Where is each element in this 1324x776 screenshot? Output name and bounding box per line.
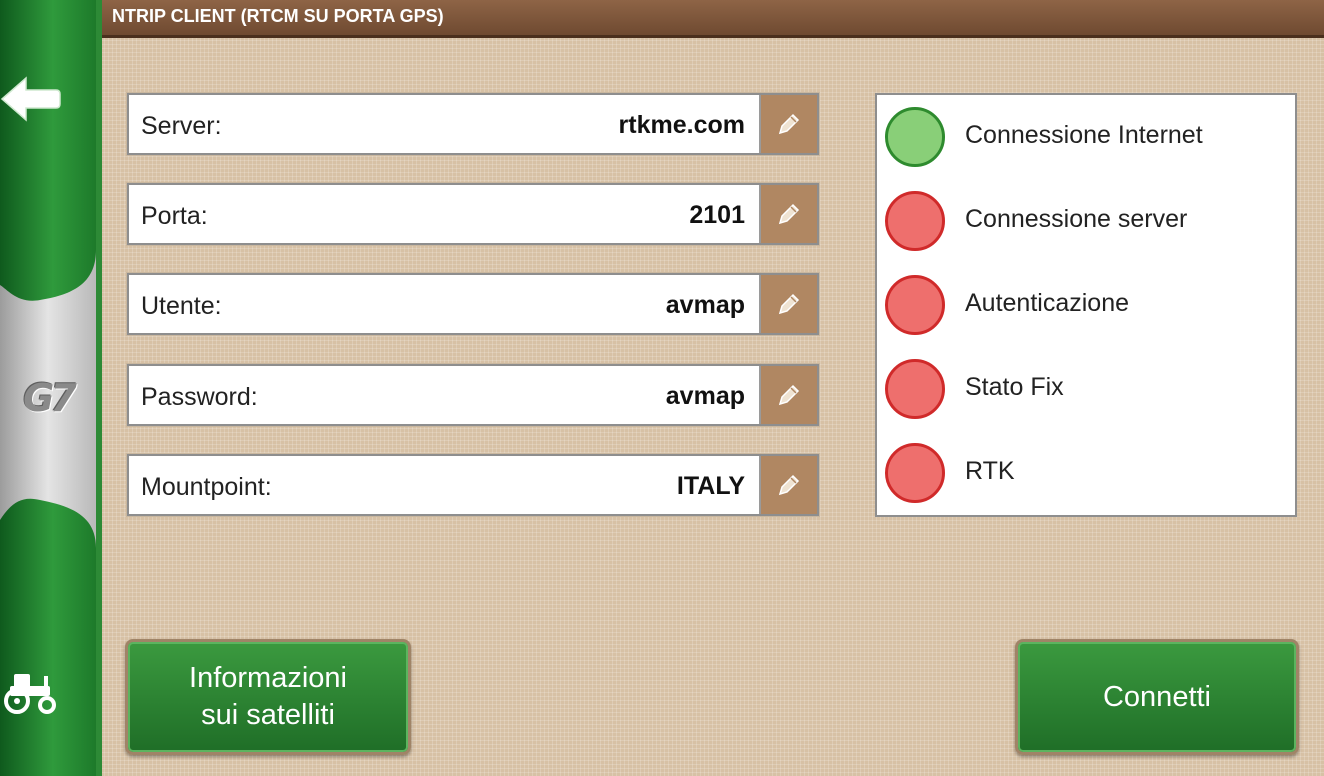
status-label: RTK	[965, 457, 1015, 485]
status-error-indicator	[885, 191, 945, 251]
status-label: Connessione Internet	[965, 121, 1203, 149]
status-ok-indicator	[885, 107, 945, 167]
page-title: NTRIP CLIENT (RTCM SU PORTA GPS)	[112, 6, 444, 26]
status-rtk: RTK	[885, 441, 1285, 509]
tractor-icon	[4, 674, 56, 714]
pencil-icon	[778, 293, 800, 315]
password-value: avmap	[665, 382, 745, 410]
status-authentication: Autenticazione	[885, 273, 1285, 341]
back-arrow-icon	[0, 76, 61, 122]
porta-label: Porta:	[141, 202, 208, 230]
sidebar-edge	[96, 0, 102, 776]
connect-label: Connetti	[1102, 680, 1211, 713]
edit-mountpoint-button[interactable]	[759, 456, 817, 514]
porta-value: 2101	[689, 201, 745, 229]
status-label: Connessione server	[965, 205, 1188, 233]
satellite-info-button[interactable]: Informazioni sui satelliti	[125, 639, 411, 755]
edit-server-button[interactable]	[759, 95, 817, 153]
status-error-indicator	[885, 443, 945, 503]
mountpoint-value: ITALY	[676, 472, 745, 500]
satellite-info-line1: Informazioni	[189, 662, 347, 694]
mountpoint-field[interactable]: Mountpoint: ITALY	[127, 454, 819, 516]
connect-button[interactable]: Connetti	[1015, 639, 1299, 755]
status-label: Stato Fix	[965, 373, 1064, 401]
connection-status-panel: Connessione Internet Connessione server …	[875, 93, 1297, 517]
utente-label: Utente:	[141, 292, 222, 320]
g7-logo: G7	[23, 376, 77, 420]
g7-logo-button[interactable]: G7	[0, 360, 96, 436]
server-label: Server:	[141, 112, 222, 140]
status-fix: Stato Fix	[885, 357, 1285, 425]
utente-value: avmap	[665, 291, 745, 319]
pencil-icon	[778, 474, 800, 496]
password-field[interactable]: Password: avmap	[127, 364, 819, 426]
server-value: rtkme.com	[618, 111, 745, 139]
pencil-icon	[778, 113, 800, 135]
satellite-info-line2: sui satelliti	[201, 699, 335, 731]
server-field[interactable]: Server: rtkme.com	[127, 93, 819, 155]
status-internet: Connessione Internet	[885, 105, 1285, 173]
back-button[interactable]	[0, 76, 96, 162]
edit-utente-button[interactable]	[759, 275, 817, 333]
edit-password-button[interactable]	[759, 366, 817, 424]
tractor-button[interactable]	[0, 668, 96, 754]
status-error-indicator	[885, 359, 945, 419]
porta-field[interactable]: Porta: 2101	[127, 183, 819, 245]
password-label: Password:	[141, 383, 258, 411]
edit-porta-button[interactable]	[759, 185, 817, 243]
status-error-indicator	[885, 275, 945, 335]
sidebar: G7	[0, 0, 96, 776]
pencil-icon	[778, 203, 800, 225]
status-label: Autenticazione	[965, 289, 1130, 317]
title-bar: NTRIP CLIENT (RTCM SU PORTA GPS)	[102, 0, 1324, 38]
utente-field[interactable]: Utente: avmap	[127, 273, 819, 335]
status-server: Connessione server	[885, 189, 1285, 257]
pencil-icon	[778, 384, 800, 406]
mountpoint-label: Mountpoint:	[141, 473, 272, 501]
